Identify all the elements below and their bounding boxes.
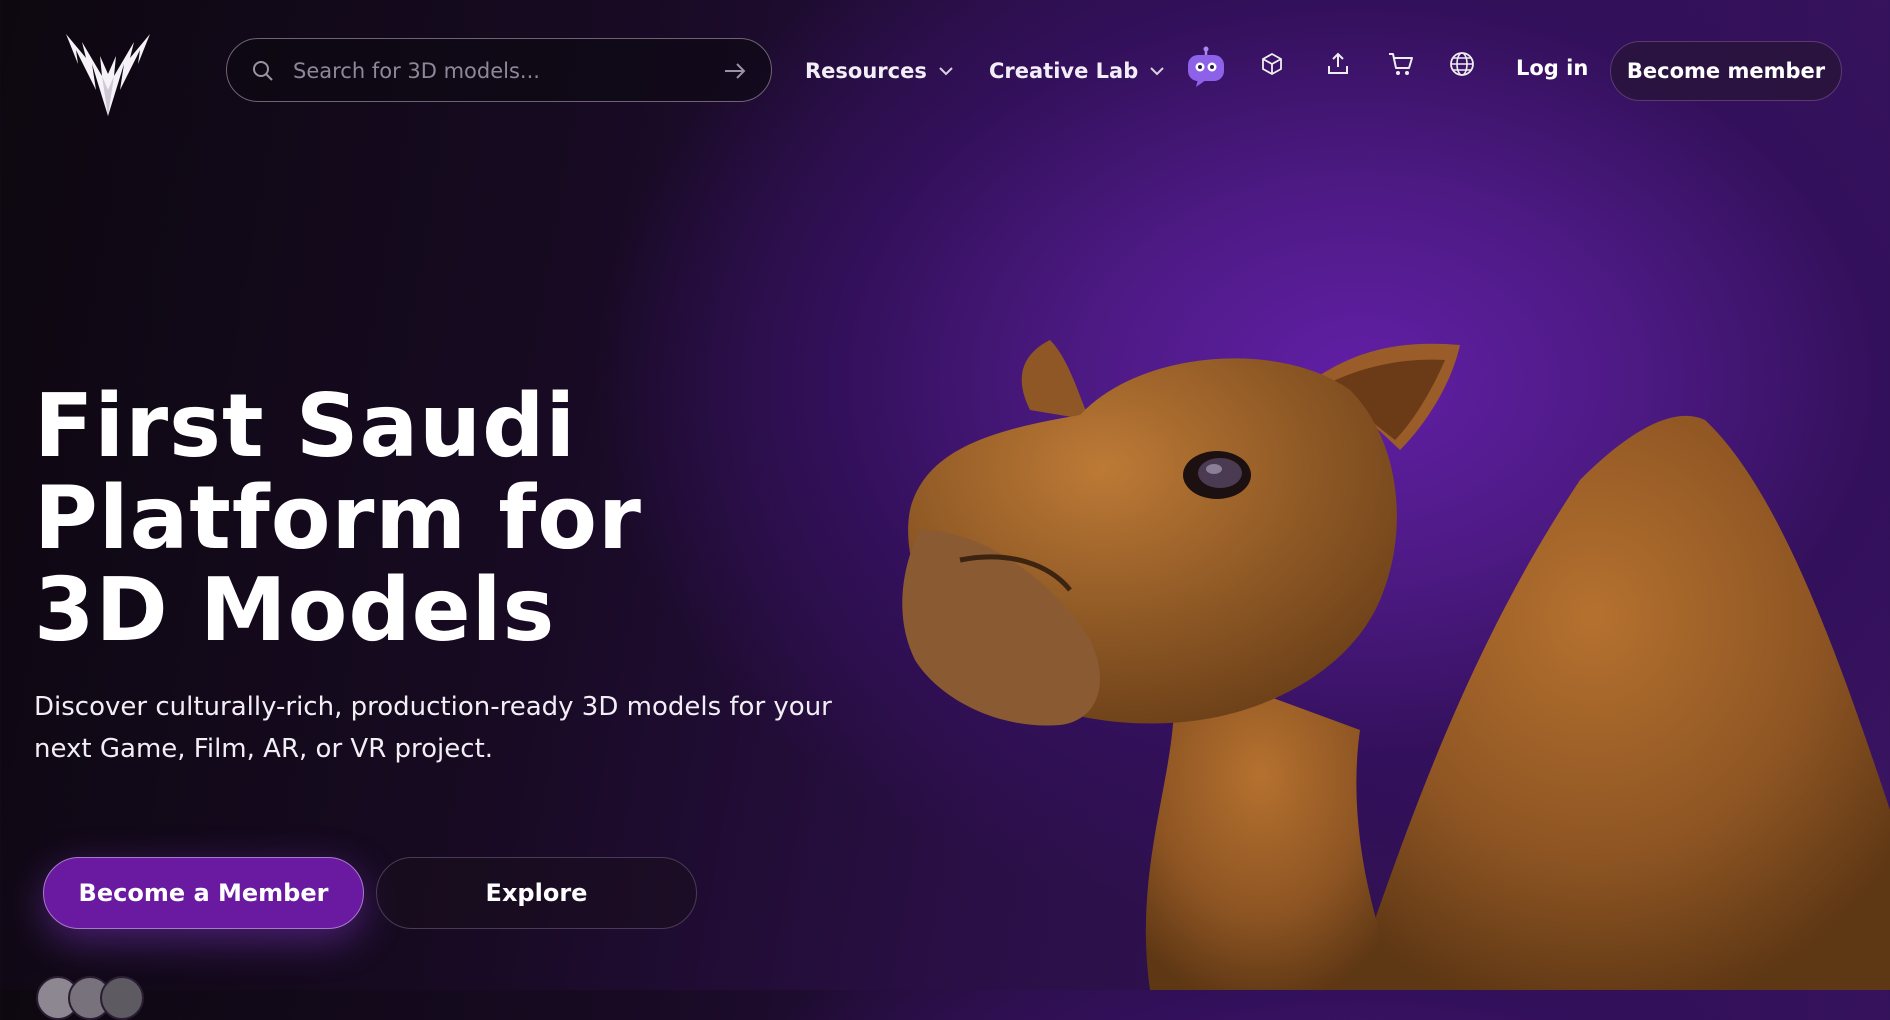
creative-lab-menu-label: Creative Lab <box>989 59 1139 83</box>
v-logo-icon[interactable] <box>58 20 158 124</box>
top-navigation: Resources Creative Lab <box>0 0 1890 140</box>
resources-menu-label: Resources <box>805 59 927 83</box>
cart-icon <box>1389 53 1413 75</box>
resources-menu[interactable]: Resources <box>805 56 955 86</box>
hero-subtitle: Discover culturally-rich, production-rea… <box>34 692 832 764</box>
hero-title-line: 3D Models <box>34 559 556 661</box>
hero-title: First Saudi Platform for 3D Models <box>34 380 754 656</box>
explore-button[interactable]: Explore <box>376 857 697 929</box>
become-member-button[interactable]: Become member <box>1610 41 1842 101</box>
hero-title-line: First Saudi <box>34 375 577 477</box>
hero-title-line: Platform for <box>34 467 642 569</box>
cube-icon <box>1262 52 1282 76</box>
ai-bot-icon[interactable] <box>1186 46 1226 88</box>
creative-lab-menu[interactable]: Creative Lab <box>989 56 1166 86</box>
become-a-member-button[interactable]: Become a Member <box>43 857 364 929</box>
language-button[interactable] <box>1444 46 1480 82</box>
search-icon <box>253 61 273 81</box>
cube-button[interactable] <box>1254 46 1290 82</box>
camel-3d-model-image <box>902 340 1890 990</box>
upload-button[interactable] <box>1320 46 1356 82</box>
login-link[interactable]: Log in <box>1516 56 1588 80</box>
globe-icon <box>1450 52 1474 76</box>
search-bar[interactable] <box>226 38 772 102</box>
upload-icon <box>1328 52 1348 74</box>
avatar <box>100 976 144 1020</box>
chevron-down-icon <box>1150 67 1164 76</box>
search-input[interactable] <box>291 49 705 93</box>
cart-button[interactable] <box>1383 46 1419 82</box>
chevron-down-icon <box>939 67 953 76</box>
arrow-right-icon[interactable] <box>723 60 747 82</box>
